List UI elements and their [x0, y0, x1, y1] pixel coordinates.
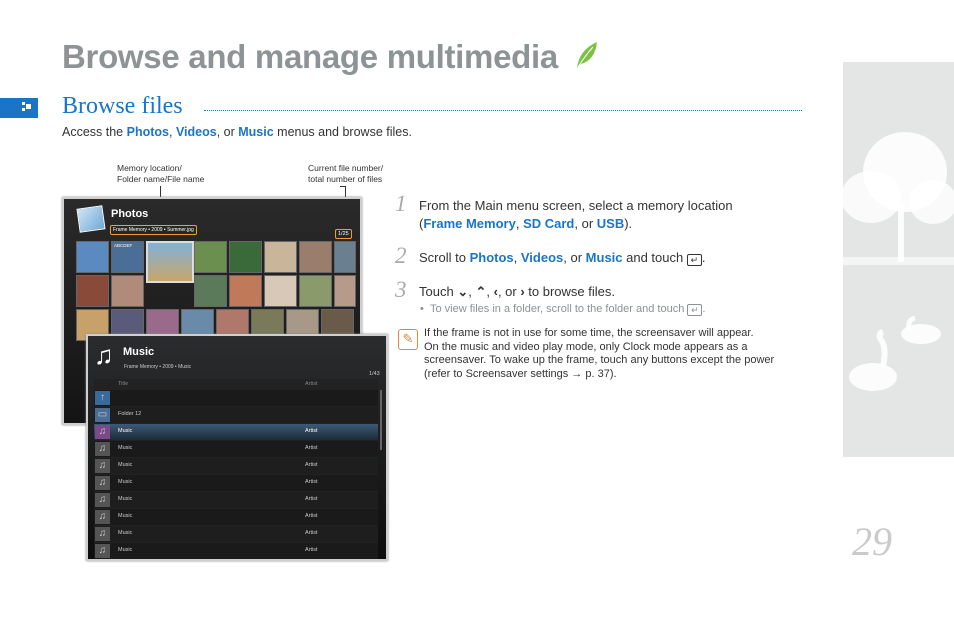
photo-thumb	[264, 275, 297, 307]
step-number: 2	[395, 243, 407, 268]
table-row: ♫ Music Artist	[94, 509, 378, 526]
caption-memory-location: Memory location/Folder name/File name	[117, 163, 205, 184]
music-link: Music	[238, 125, 274, 139]
photo-thumb	[299, 275, 332, 307]
photo-thumb	[111, 275, 144, 307]
page-number: 29	[852, 519, 892, 564]
table-row-selected: ♫ Music Artist	[94, 424, 378, 441]
note-text: If the frame is not in use for some time…	[424, 327, 775, 380]
chevron-up-icon: ⌃	[475, 284, 487, 299]
step-number: 1	[395, 191, 407, 216]
table-row: ♫ Music Artist	[94, 441, 378, 458]
enter-icon: ↵	[686, 254, 702, 266]
videos-link: Videos	[175, 125, 217, 139]
music-path: Frame Memory • 2009 • Music	[124, 364, 192, 370]
photos-link: Photos	[126, 125, 169, 139]
usb-label: USB	[596, 216, 625, 231]
folder-label: ABCDEF	[114, 243, 133, 248]
scrollbar	[380, 390, 382, 450]
photo-thumb	[194, 241, 227, 273]
chevron-down-icon: ⌄	[457, 284, 469, 299]
table-row: ♫ Music Artist	[94, 492, 378, 509]
folder-thumb: ABCDEF	[111, 241, 144, 273]
music-note-icon: ♫	[94, 340, 114, 370]
decorative-sidebar	[843, 62, 954, 457]
music-screenshot: ♫ Music Frame Memory • 2009 • Music 1/43…	[86, 334, 388, 561]
note-icon: ✎	[398, 329, 418, 350]
music-count: 1/43	[369, 371, 380, 377]
photos-icon	[76, 205, 106, 233]
photo-thumb-selected	[146, 241, 194, 283]
music-table-header: Title Artist	[94, 379, 378, 390]
col-artist: Artist	[305, 381, 318, 387]
table-row: ♫ Music Artist	[94, 475, 378, 492]
step-text: Touch ⌄, ⌃, ‹, or › to browse files.	[419, 284, 616, 299]
bullet-note: • To view files in a folder, scroll to t…	[420, 303, 706, 316]
leaf-icon	[577, 42, 597, 68]
photo-thumb	[299, 241, 332, 273]
step-number: 3	[395, 277, 407, 302]
music-screen-title: Music	[123, 346, 155, 358]
photo-thumb	[229, 241, 262, 273]
enter-icon: ↵	[687, 304, 703, 316]
photo-thumb	[194, 275, 227, 307]
section-divider	[204, 110, 802, 111]
photos-screen-title: Photos	[111, 208, 149, 220]
step-text: Scroll to Photos, Videos, or Music and t…	[419, 250, 706, 266]
col-title: Title	[118, 381, 129, 387]
table-row: ↑	[94, 390, 378, 407]
intro-text: Access the Photos, Videos, or Music menu…	[62, 125, 412, 139]
photo-thumb	[229, 275, 262, 307]
table-row: ♫ Music Artist	[94, 458, 378, 475]
frame-memory-label: Frame Memory	[423, 216, 516, 231]
folder-up-thumb	[76, 241, 109, 273]
photo-thumb	[76, 275, 109, 307]
photo-thumb	[334, 241, 356, 273]
section-title: Browse files	[62, 93, 183, 119]
table-row: ♫ Music Artist	[94, 543, 378, 559]
caption-file-number: Current file number/total number of file…	[308, 163, 384, 184]
sd-card-label: SD Card	[523, 216, 575, 231]
step-text: From the Main menu screen, select a memo…	[419, 198, 733, 231]
photo-thumb	[334, 275, 356, 307]
chevron-left-icon: ‹	[493, 284, 498, 299]
landscape-illustration	[843, 62, 954, 457]
table-row: ▭ Folder 12	[94, 407, 378, 424]
photos-path: Frame Memory • 2009 • Summer.jpg	[110, 225, 197, 235]
page-title: Browse and manage multimedia	[62, 38, 558, 75]
photos-count: 1/25	[335, 229, 352, 239]
section-marker-icon	[0, 98, 38, 118]
table-row: ♫ Music Artist	[94, 526, 378, 543]
photo-thumb	[264, 241, 297, 273]
